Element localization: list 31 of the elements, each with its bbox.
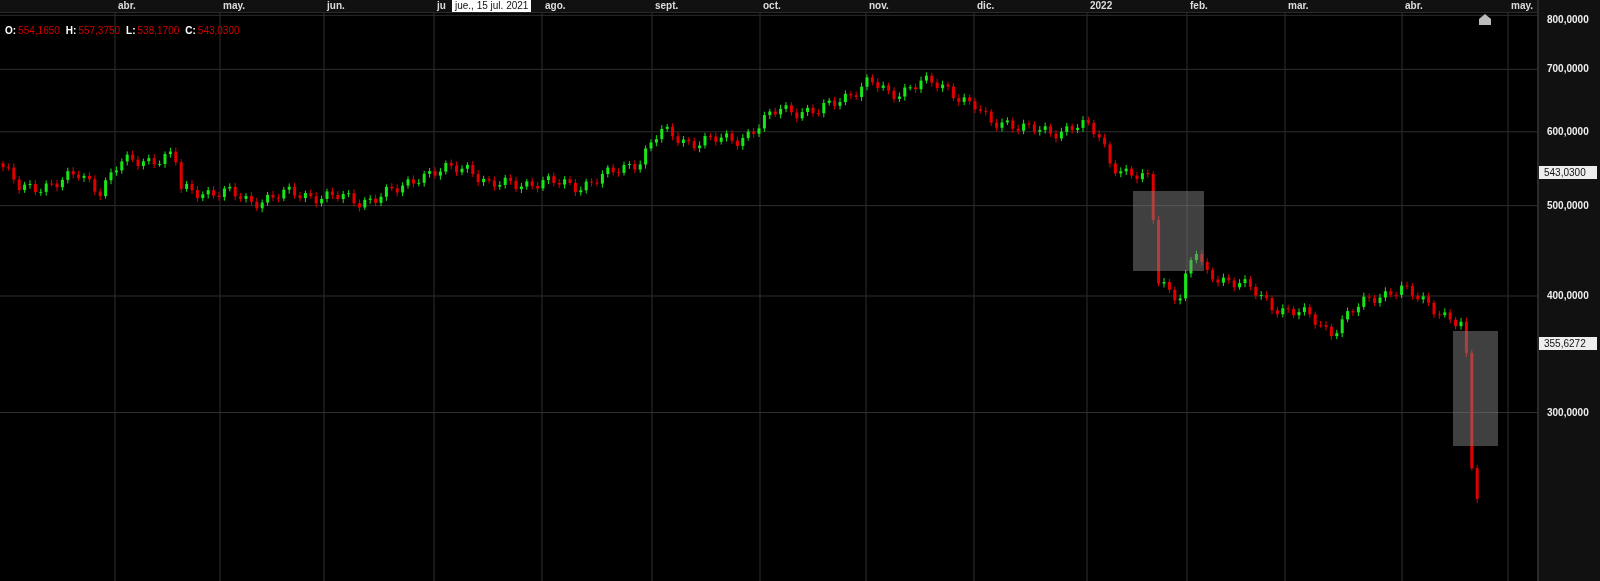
- month-label: 2022: [1090, 0, 1113, 12]
- price-tick-label: 500,0000: [1547, 199, 1589, 212]
- price-tick-label: 400,0000: [1547, 290, 1589, 302]
- month-label: jun.: [327, 0, 345, 12]
- ohlc-label: L:: [126, 25, 136, 36]
- ohlc-value: 543,0300: [197, 25, 240, 36]
- month-label: abr.: [1405, 0, 1423, 12]
- ohlc-value: 554,1650: [18, 25, 60, 36]
- month-label: nov.: [869, 0, 889, 12]
- ohlc-label: H:: [65, 25, 77, 36]
- price-tag: 543,0300: [1539, 165, 1597, 179]
- month-label: sept.: [655, 0, 679, 12]
- price-tag: 355,6272: [1539, 337, 1597, 351]
- month-label: may.: [1511, 0, 1534, 12]
- price-tick-label: 300,0000: [1547, 406, 1589, 419]
- ohlc-label: C:: [185, 25, 196, 36]
- month-label: feb.: [1190, 0, 1208, 12]
- month-label: abr.: [118, 0, 136, 12]
- ohlc-value: 557,3750: [78, 25, 121, 36]
- ohlc-label: O:: [5, 25, 17, 36]
- month-label: dic.: [977, 0, 995, 12]
- price-tick-label: 700,0000: [1547, 63, 1589, 76]
- month-label: ago.: [545, 0, 566, 12]
- month-label: may.: [223, 0, 246, 12]
- ohlc-value: 538,1700: [137, 25, 180, 36]
- price-tick-label: 600,0000: [1547, 125, 1589, 138]
- month-label: oct.: [763, 0, 781, 12]
- date-tooltip: jue., 15 jul. 2021: [452, 0, 532, 12]
- month-label: ju: [437, 0, 446, 12]
- month-label: mar.: [1288, 0, 1309, 12]
- price-tick-label: 800,0000: [1547, 14, 1589, 26]
